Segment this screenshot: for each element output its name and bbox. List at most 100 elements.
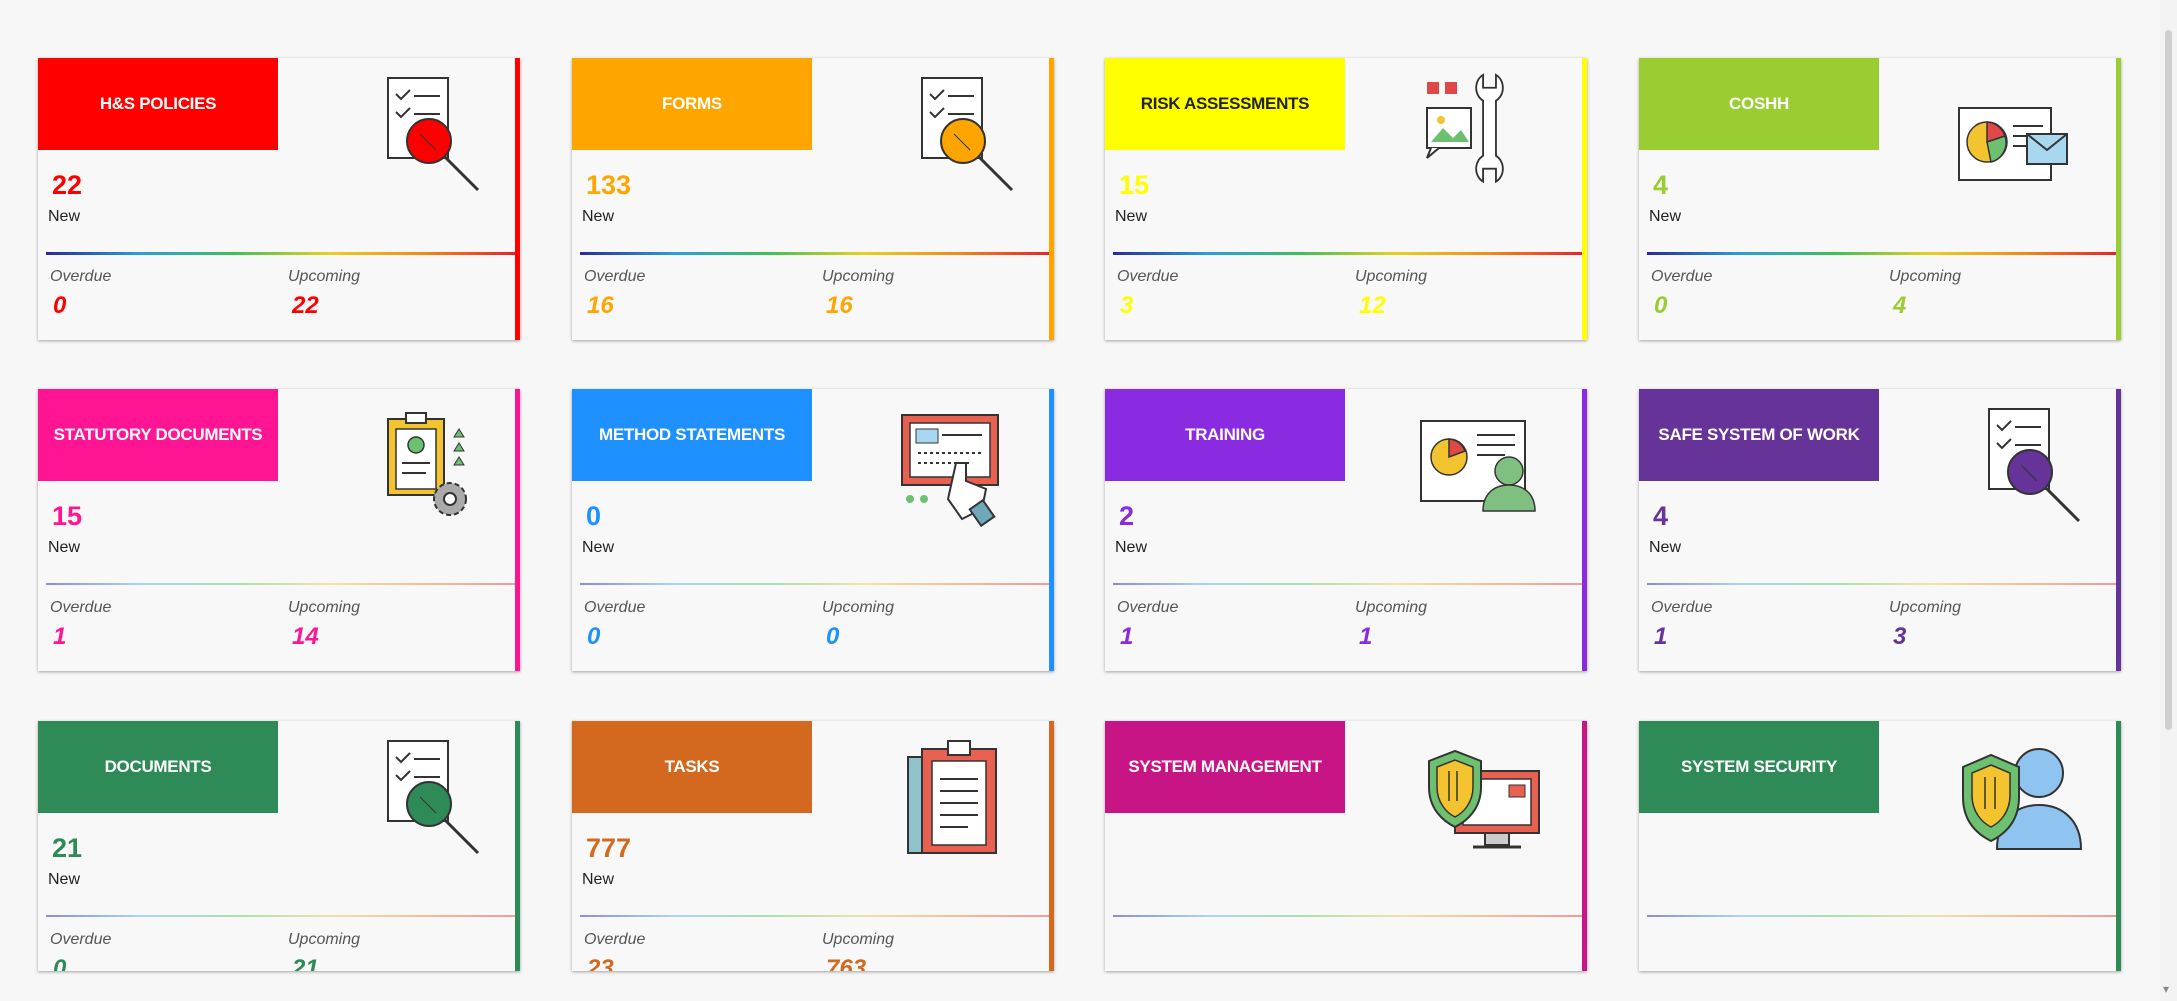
card-title: DOCUMENTS: [38, 721, 278, 813]
card-title: H&S POLICIES: [38, 58, 278, 150]
card-documents[interactable]: DOCUMENTS 21 New Overdue Upcoming 0 21: [38, 721, 520, 971]
divider: [46, 583, 515, 585]
overdue-value[interactable]: 0: [1654, 292, 1667, 320]
upcoming-value[interactable]: 21: [292, 955, 319, 971]
divider: [580, 583, 1049, 585]
dashboard: H&S POLICIES 22 New Overdue Upcoming 0 2…: [0, 0, 2160, 1001]
upcoming-value[interactable]: 763: [826, 955, 866, 971]
overdue-label: Overdue: [1651, 268, 1713, 285]
card-title: TASKS: [572, 721, 812, 813]
upcoming-value[interactable]: 3: [1893, 623, 1906, 651]
vertical-scrollbar[interactable]: ▾: [2160, 0, 2177, 1001]
card-safe-system-of-work[interactable]: SAFE SYSTEM OF WORK 4 New Overdue Upcomi…: [1639, 389, 2121, 671]
new-count: 15: [1119, 170, 1150, 200]
new-label: New: [582, 539, 615, 556]
divider: [1647, 252, 2116, 255]
upcoming-label: Upcoming: [822, 599, 895, 616]
upcoming-label: Upcoming: [822, 931, 895, 948]
upcoming-value[interactable]: 4: [1893, 292, 1906, 320]
overdue-value[interactable]: 23: [587, 955, 614, 971]
upcoming-label: Upcoming: [1889, 599, 1962, 616]
card-title: SYSTEM SECURITY: [1639, 721, 1879, 813]
new-label: New: [48, 871, 81, 888]
upcoming-label: Upcoming: [288, 931, 361, 948]
scroll-down-arrow-icon[interactable]: ▾: [2163, 982, 2169, 996]
upcoming-label: Upcoming: [1889, 268, 1962, 285]
divider: [1647, 583, 2116, 585]
divider: [46, 915, 515, 917]
overdue-label: Overdue: [50, 599, 112, 616]
new-count: 4: [1653, 501, 1669, 531]
card-system-management[interactable]: SYSTEM MANAGEMENT: [1105, 721, 1587, 971]
overdue-label: Overdue: [584, 268, 646, 285]
overdue-value[interactable]: 1: [1120, 623, 1133, 651]
shield-user-icon: [1962, 748, 2083, 850]
wrench-image-icon: [1426, 73, 1504, 184]
new-count: 777: [586, 833, 632, 863]
card-training[interactable]: TRAINING 2 New Overdue Upcoming 1 1: [1105, 389, 1587, 671]
card-title: SYSTEM MANAGEMENT: [1105, 721, 1345, 813]
card-title: SAFE SYSTEM OF WORK: [1639, 389, 1879, 481]
overdue-label: Overdue: [1117, 599, 1179, 616]
card-coshh[interactable]: COSHH 4 New Overdue Upcoming 0 4: [1639, 58, 2121, 340]
checklist-magnifier-icon: [921, 77, 1014, 192]
new-label: New: [1649, 208, 1682, 225]
presentation-person-icon: [1420, 420, 1536, 512]
card-hs-policies[interactable]: H&S POLICIES 22 New Overdue Upcoming 0 2…: [38, 58, 520, 340]
new-label: New: [1649, 539, 1682, 556]
overdue-value[interactable]: 16: [587, 292, 614, 320]
upcoming-value[interactable]: 0: [826, 623, 839, 651]
presentation-hand-icon: [901, 414, 999, 528]
overdue-value[interactable]: 0: [53, 292, 66, 320]
card-title: TRAINING: [1105, 389, 1345, 481]
divider: [580, 252, 1049, 255]
card-statutory-documents[interactable]: STATUTORY DOCUMENTS 15 New Overdue Upcom…: [38, 389, 520, 671]
overdue-value[interactable]: 3: [1120, 292, 1133, 320]
checklist-magnifier-icon: [1988, 408, 2081, 523]
checklist-magnifier-icon: [387, 740, 480, 855]
new-label: New: [1115, 539, 1148, 556]
card-title: METHOD STATEMENTS: [572, 389, 812, 481]
new-label: New: [48, 208, 81, 225]
new-label: New: [582, 871, 615, 888]
new-label: New: [48, 539, 81, 556]
upcoming-value[interactable]: 16: [826, 292, 853, 320]
divider: [1113, 252, 1582, 255]
overdue-value[interactable]: 0: [587, 623, 600, 651]
upcoming-label: Upcoming: [1355, 599, 1428, 616]
new-count: 2: [1119, 501, 1135, 531]
divider: [1113, 583, 1582, 585]
card-method-statements[interactable]: METHOD STATEMENTS 0 New Overdue Upcoming…: [572, 389, 1054, 671]
card-title: FORMS: [572, 58, 812, 150]
card-risk-assessments[interactable]: RISK ASSESSMENTS 15 New Overdue Upcoming…: [1105, 58, 1587, 340]
upcoming-value[interactable]: 12: [1359, 292, 1386, 320]
card-title: COSHH: [1639, 58, 1879, 150]
checklist-magnifier-icon: [387, 77, 480, 192]
new-label: New: [582, 208, 615, 225]
new-count: 133: [586, 170, 632, 200]
new-count: 0: [586, 501, 602, 531]
card-forms[interactable]: FORMS 133 New Overdue Upcoming 16 16: [572, 58, 1054, 340]
overdue-label: Overdue: [50, 268, 112, 285]
scrollbar-thumb[interactable]: [2165, 30, 2172, 730]
card-title: STATUTORY DOCUMENTS: [38, 389, 278, 481]
upcoming-value[interactable]: 14: [292, 623, 319, 651]
upcoming-value[interactable]: 1: [1359, 623, 1372, 651]
clipboard-ruler-icon: [907, 740, 997, 854]
overdue-value[interactable]: 1: [53, 623, 66, 651]
card-title: RISK ASSESSMENTS: [1105, 58, 1345, 150]
overdue-label: Overdue: [584, 931, 646, 948]
card-tasks[interactable]: TASKS 777 New Overdue Upcoming 23 763: [572, 721, 1054, 971]
upcoming-value[interactable]: 22: [292, 292, 319, 320]
upcoming-label: Upcoming: [288, 599, 361, 616]
new-count: 4: [1653, 170, 1669, 200]
overdue-label: Overdue: [1651, 599, 1713, 616]
new-count: 21: [52, 833, 83, 863]
divider: [580, 915, 1049, 917]
clipboard-gear-icon: [387, 412, 467, 516]
card-system-security[interactable]: SYSTEM SECURITY: [1639, 721, 2121, 971]
divider: [46, 252, 515, 255]
overdue-value[interactable]: 1: [1654, 623, 1667, 651]
upcoming-label: Upcoming: [822, 268, 895, 285]
overdue-value[interactable]: 0: [53, 955, 66, 971]
